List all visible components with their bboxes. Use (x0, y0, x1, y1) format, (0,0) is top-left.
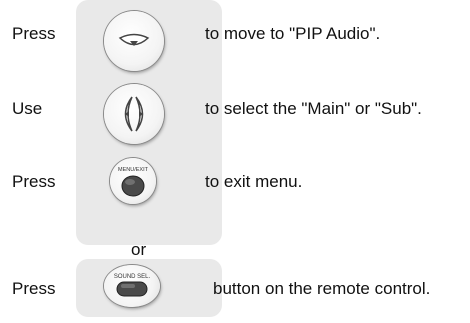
step2-lead: Use (12, 99, 43, 118)
step4-lead: Press (12, 279, 56, 298)
left-right-button-icon[interactable] (104, 84, 164, 144)
menu-exit-button-icon[interactable]: MENU/EXIT (110, 158, 156, 204)
step3-lead: Press (12, 172, 56, 191)
step3-text: to exit menu. (205, 172, 303, 191)
sound-sel-button-icon[interactable]: SOUND SEL. (104, 265, 160, 307)
down-arrow-button-icon[interactable] (104, 11, 164, 71)
step1-text: to move to "PIP Audio". (205, 24, 381, 43)
step1-lead: Press (12, 24, 56, 43)
menu-exit-button-label: MENU/EXIT (118, 167, 149, 173)
sound-sel-button-label: SOUND SEL. (114, 274, 151, 280)
step2-text: to select the "Main" or "Sub". (205, 99, 422, 118)
or-label: or (131, 240, 147, 259)
step4-text: button on the remote control. (213, 279, 431, 298)
